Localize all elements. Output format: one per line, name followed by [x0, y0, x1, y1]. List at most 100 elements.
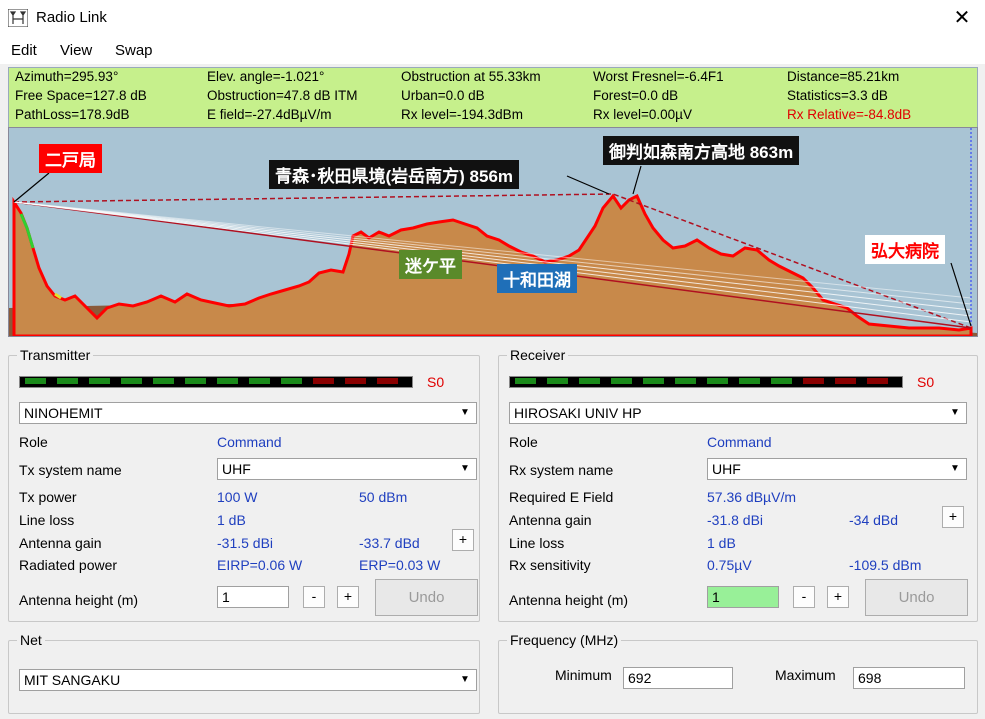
info-row: PathLoss=178.9dB E field=-27.4dBµV/m Rx … — [9, 106, 977, 125]
free-space-value: Free Space=127.8 dB — [15, 88, 147, 103]
close-button[interactable]: ✕ — [939, 0, 985, 36]
tx-system-select[interactable]: UHF ▼ — [217, 458, 477, 480]
menu-edit[interactable]: Edit — [11, 42, 37, 59]
frequency-title: Frequency (MHz) — [507, 632, 622, 648]
rx-loss-value: 1 dB — [707, 535, 736, 551]
tx-role-label: Role — [19, 434, 48, 450]
tx-gain-label: Antenna gain — [19, 535, 102, 551]
obstruction-at-value: Obstruction at 55.33km — [401, 69, 541, 84]
label-hirodai: 弘大病院 — [865, 235, 945, 264]
rx-role-value: Command — [707, 434, 772, 450]
label-ridge-856: 青森･秋田県境(岩岳南方) 856m — [269, 160, 520, 189]
rx-undo-button[interactable]: Undo — [865, 579, 968, 616]
tx-power-dbm: 50 dBm — [359, 489, 408, 505]
tx-power-label: Tx power — [19, 489, 77, 505]
e-field-value: E field=-27.4dBµV/m — [207, 107, 332, 122]
chevron-down-icon: ▼ — [460, 674, 470, 685]
rx-sens-label: Rx sensitivity — [509, 557, 591, 573]
pathloss-value: PathLoss=178.9dB — [15, 107, 130, 122]
tx-eirp: EIRP=0.06 W — [217, 557, 303, 573]
rx-site-select[interactable]: HIROSAKI UNIV HP ▼ — [509, 402, 967, 424]
tx-signal-meter — [19, 376, 413, 388]
tx-radiated-label: Radiated power — [19, 557, 118, 573]
tx-gain-dbi: -31.5 dBi — [217, 535, 274, 551]
obstruction-value: Obstruction=47.8 dB ITM — [207, 88, 358, 103]
tx-gain-dbd: -33.7 dBd — [359, 535, 420, 551]
frequency-max-label: Maximum — [775, 667, 836, 683]
rx-system-select[interactable]: UHF ▼ — [707, 458, 967, 480]
tx-power-w: 100 W — [217, 489, 258, 505]
rx-relative-value: Rx Relative=-84.8dB — [787, 107, 912, 122]
rx-gain-dbd: -34 dBd — [849, 512, 899, 528]
frequency-min-input[interactable]: 692 — [623, 667, 733, 689]
rx-height-plus-button[interactable]: + — [827, 586, 849, 608]
tx-gain-plus-button[interactable]: + — [452, 529, 474, 551]
tx-erp: ERP=0.03 W — [359, 557, 441, 573]
rx-height-minus-button[interactable]: - — [793, 586, 815, 608]
transmitter-title: Transmitter — [17, 347, 94, 363]
rx-signal-meter — [509, 376, 903, 388]
window-title: Radio Link — [36, 9, 107, 26]
label-ridge-863: 御判如森南方高地 863m — [603, 136, 800, 165]
tx-system-value: UHF — [222, 461, 251, 477]
rx-level-uv-value: Rx level=0.00µV — [593, 107, 692, 122]
tx-site-select[interactable]: NINOHEMIT ▼ — [19, 402, 477, 424]
rx-level-dbm-value: Rx level=-194.3dBm — [401, 107, 523, 122]
rx-gain-dbi: -31.8 dBi — [707, 512, 764, 528]
frequency-group: Frequency (MHz) Minimum 692 Maximum 698 — [498, 632, 978, 714]
net-group: Net MIT SANGAKU ▼ — [8, 632, 480, 714]
info-row: Free Space=127.8 dB Obstruction=47.8 dB … — [9, 87, 977, 106]
rx-height-label: Antenna height (m) — [509, 592, 629, 608]
rx-gain-label: Antenna gain — [509, 512, 592, 528]
chevron-down-icon: ▼ — [950, 463, 960, 474]
net-value: MIT SANGAKU — [24, 672, 121, 688]
worst-fresnel-value: Worst Fresnel=-6.4F1 — [593, 69, 724, 84]
distance-value: Distance=85.21km — [787, 69, 900, 84]
azimuth-value: Azimuth=295.93° — [15, 69, 119, 84]
menu-swap[interactable]: Swap — [115, 42, 153, 59]
tx-loss-value: 1 dB — [217, 512, 246, 528]
urban-value: Urban=0.0 dB — [401, 88, 485, 103]
rx-field-value: 57.36 dBµV/m — [707, 489, 797, 505]
terrain-profile[interactable]: 二戸局 青森･秋田県境(岩岳南方) 856m 御判如森南方高地 863m 迷ケ平… — [8, 127, 978, 337]
label-ninohe: 二戸局 — [39, 144, 102, 173]
rx-site-value: HIROSAKI UNIV HP — [514, 405, 642, 421]
chevron-down-icon: ▼ — [950, 407, 960, 418]
rx-gain-plus-button[interactable]: + — [942, 506, 964, 528]
info-row: Azimuth=295.93° Elev. angle=-1.021° Obst… — [9, 68, 977, 87]
rx-system-value: UHF — [712, 461, 741, 477]
rx-system-label: Rx system name — [509, 462, 614, 478]
net-title: Net — [17, 632, 45, 648]
tx-loss-label: Line loss — [19, 512, 75, 528]
rx-role-label: Role — [509, 434, 538, 450]
tx-site-value: NINOHEMIT — [24, 405, 103, 421]
rx-height-input[interactable]: 1 — [707, 586, 779, 608]
tx-role-value: Command — [217, 434, 282, 450]
receiver-title: Receiver — [507, 347, 569, 363]
tx-undo-button[interactable]: Undo — [375, 579, 478, 616]
app-icon — [8, 9, 28, 27]
elevation-value: Elev. angle=-1.021° — [207, 69, 325, 84]
transmitter-group: Transmitter S0 NINOHEMIT ▼ Role Command … — [8, 347, 480, 622]
receiver-group: Receiver S0 HIROSAKI UNIV HP ▼ Role Comm… — [498, 347, 978, 622]
rx-sens-dbm: -109.5 dBm — [849, 557, 922, 573]
chevron-down-icon: ▼ — [460, 463, 470, 474]
net-select[interactable]: MIT SANGAKU ▼ — [19, 669, 477, 691]
rx-signal-level: S0 — [917, 374, 935, 390]
link-info-panel: Azimuth=295.93° Elev. angle=-1.021° Obst… — [8, 67, 978, 128]
forest-value: Forest=0.0 dB — [593, 88, 679, 103]
menu-view[interactable]: View — [60, 42, 92, 59]
rx-loss-label: Line loss — [509, 535, 565, 551]
frequency-max-input[interactable]: 698 — [853, 667, 965, 689]
statistics-value: Statistics=3.3 dB — [787, 88, 888, 103]
rx-sens-uv: 0.75µV — [707, 557, 752, 573]
label-towada: 十和田湖 — [497, 264, 577, 293]
chevron-down-icon: ▼ — [460, 407, 470, 418]
tx-height-minus-button[interactable]: - — [303, 586, 325, 608]
rx-field-label: Required E Field — [509, 489, 614, 505]
tx-height-input[interactable]: 1 — [217, 586, 289, 608]
tx-height-label: Antenna height (m) — [19, 592, 139, 608]
tx-height-plus-button[interactable]: + — [337, 586, 359, 608]
tx-system-label: Tx system name — [19, 462, 122, 478]
frequency-min-label: Minimum — [555, 667, 612, 683]
